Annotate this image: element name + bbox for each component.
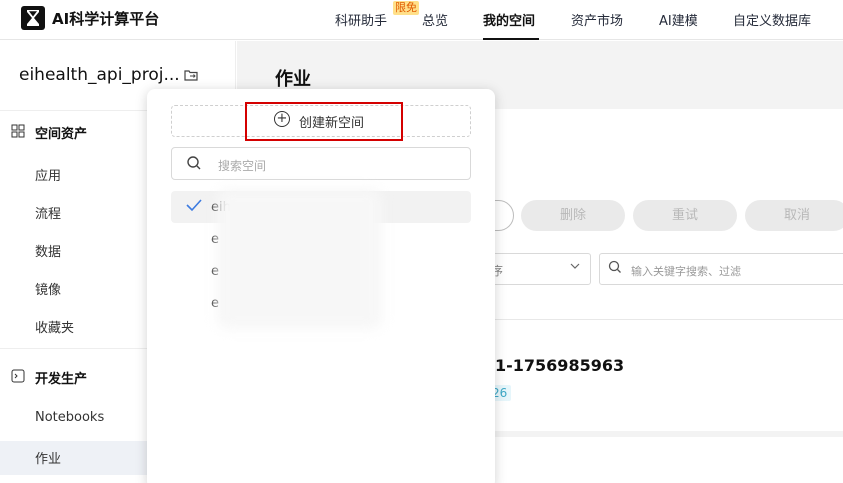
sidebar-item-data[interactable]: 数据 — [35, 241, 61, 260]
terminal-icon — [11, 369, 27, 387]
redaction-blur — [217, 189, 382, 329]
project-name[interactable]: eihealth_api_proj... — [19, 65, 180, 85]
delete-button[interactable]: 删除 — [521, 200, 625, 231]
check-icon — [185, 198, 203, 216]
workspace-switcher-popover: + 创建新空间 搜索空间 eih e e e — [147, 89, 495, 483]
search-icon — [186, 155, 202, 175]
nav-item-overview[interactable]: 总览 — [422, 10, 448, 29]
nav-item-my-space[interactable]: 我的空间 — [483, 10, 535, 29]
nav-item-ai-modeling[interactable]: AI建模 — [659, 10, 698, 29]
top-nav: AI科学计算平台 科研助手 限免 总览 我的空间 资产市场 AI建模 自定义数据… — [0, 0, 843, 40]
free-badge: 限免 — [393, 1, 419, 15]
create-workspace-label: 创建新空间 — [299, 116, 365, 131]
retry-button[interactable]: 重试 — [633, 200, 737, 231]
workspace-search-input[interactable]: 搜索空间 — [171, 147, 471, 180]
cancel-button[interactable]: 取消 — [745, 200, 843, 231]
nav-item-research-assistant[interactable]: 科研助手 — [335, 10, 387, 29]
sidebar-section-dev[interactable]: 开发生产 — [11, 368, 87, 387]
sidebar-item-jobs[interactable]: 作业 — [35, 448, 61, 467]
nav-active-underline — [483, 38, 539, 40]
nav-item-custom-database[interactable]: 自定义数据库 — [733, 10, 811, 29]
plus-circle-icon: + — [274, 111, 290, 127]
sidebar-section-assets-label: 空间资产 — [35, 127, 88, 142]
page-title: 作业 — [275, 69, 311, 90]
nav-item-asset-market[interactable]: 资产市场 — [571, 10, 623, 29]
sidebar-item-images[interactable]: 镜像 — [35, 279, 61, 298]
brand-name[interactable]: AI科学计算平台 — [52, 8, 159, 29]
sidebar-item-notebooks[interactable]: Notebooks — [35, 410, 104, 425]
sidebar-item-workflows[interactable]: 流程 — [35, 203, 61, 222]
search-filter-placeholder: 输入关键字搜索、过滤 — [631, 265, 741, 278]
job-name[interactable]: 1-1756985963 — [495, 356, 624, 375]
search-icon — [608, 260, 622, 278]
grid-icon — [11, 124, 27, 142]
search-filter-input[interactable]: 输入关键字搜索、过滤 — [599, 253, 843, 285]
hourglass-icon[interactable] — [21, 6, 45, 30]
sidebar-section-dev-label: 开发生产 — [35, 372, 88, 387]
folder-switch-icon[interactable] — [184, 69, 198, 84]
sidebar-item-favorites[interactable]: 收藏夹 — [35, 317, 74, 336]
workspace-search-placeholder: 搜索空间 — [218, 159, 267, 173]
sidebar-item-apps[interactable]: 应用 — [35, 165, 61, 184]
sidebar-section-assets[interactable]: 空间资产 — [11, 123, 87, 142]
chevron-down-icon — [569, 260, 581, 275]
